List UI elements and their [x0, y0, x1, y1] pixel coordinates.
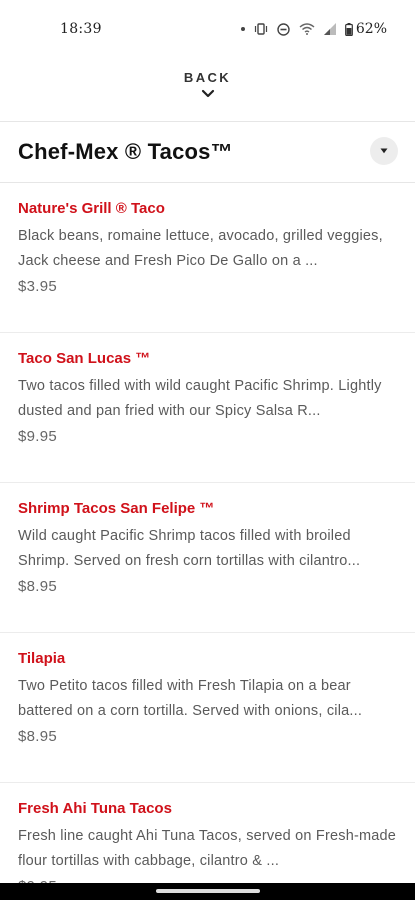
item-description: Black beans, romaine lettuce, avocado, g…: [18, 228, 383, 269]
item-name: Taco San Lucas ™: [18, 350, 151, 367]
item-name: Fresh Ahi Tuna Tacos: [18, 800, 172, 817]
status-time: 18:39: [60, 21, 102, 37]
screen: 18:39 62% BACK Chef-Mex ® Tacos™ Nature'…: [0, 0, 415, 900]
status-icons: 62%: [240, 21, 387, 37]
item-price: $8.95: [18, 578, 58, 595]
item-description: Fresh line caught Ahi Tuna Tacos, served…: [18, 828, 397, 869]
do-not-disturb-icon: [277, 22, 290, 36]
category-dropdown-button[interactable]: [370, 137, 398, 165]
item-description: Two Petito tacos filled with Fresh Tilap…: [18, 678, 363, 719]
back-label: BACK: [183, 70, 232, 85]
menu-item[interactable]: Taco San Lucas ™ Two tacos filled with w…: [0, 333, 415, 483]
wifi-icon: [299, 23, 315, 35]
chevron-down-icon: [201, 89, 214, 98]
status-bar: 18:39 62%: [0, 0, 415, 58]
item-price: $8.95: [18, 728, 58, 745]
menu-item[interactable]: Nature's Grill ® Taco Black beans, romai…: [0, 183, 415, 333]
caret-down-icon: [380, 148, 388, 154]
item-name: Tilapia: [18, 650, 66, 667]
menu-list: Nature's Grill ® Taco Black beans, romai…: [0, 183, 415, 900]
item-price: $9.95: [18, 428, 58, 445]
category-header: Chef-Mex ® Tacos™: [0, 122, 415, 182]
menu-item[interactable]: Shrimp Tacos San Felipe ™ Wild caught Pa…: [0, 483, 415, 633]
signal-icon: [323, 23, 336, 35]
system-nav-bar: [0, 883, 415, 900]
home-gesture-handle[interactable]: [155, 889, 260, 893]
page-title: Chef-Mex ® Tacos™: [18, 139, 233, 164]
item-description: Wild caught Pacific Shrimp tacos filled …: [18, 528, 361, 569]
battery-percent: 62%: [355, 21, 387, 37]
battery-icon: [344, 22, 353, 36]
notification-dot-icon: [240, 27, 245, 31]
battery: 62%: [344, 21, 387, 37]
item-name: Nature's Grill ® Taco: [18, 200, 165, 217]
item-description: Two tacos filled with wild caught Pacifi…: [18, 378, 382, 419]
menu-item[interactable]: Tilapia Two Petito tacos filled with Fre…: [0, 633, 415, 783]
vibrate-icon: [254, 23, 267, 35]
item-price: $3.95: [18, 278, 58, 295]
item-name: Shrimp Tacos San Felipe ™: [18, 500, 215, 517]
back-button[interactable]: BACK: [0, 70, 415, 99]
